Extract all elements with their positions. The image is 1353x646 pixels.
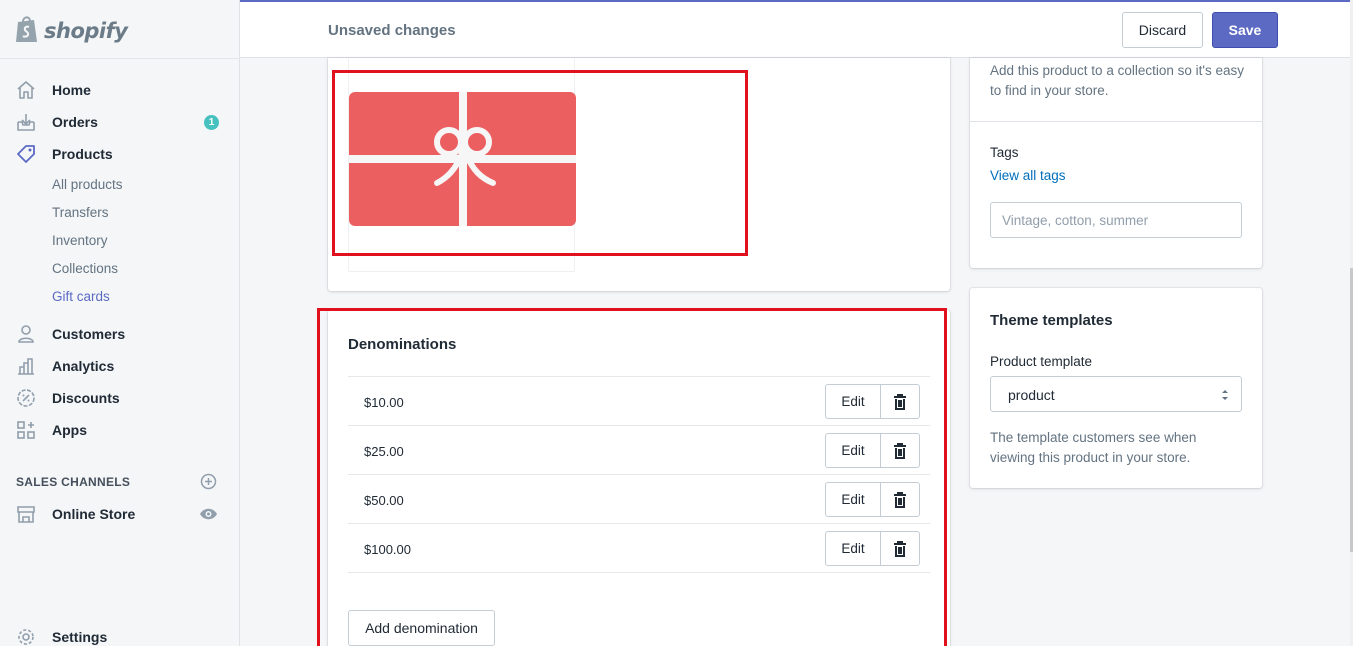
nav-products-label: Products <box>52 146 113 162</box>
tags-input[interactable] <box>991 203 1241 237</box>
nav-settings-label: Settings <box>52 629 108 645</box>
analytics-icon <box>15 355 37 377</box>
product-template-label: Product template <box>990 354 1093 369</box>
nav-products[interactable]: Products <box>0 140 240 168</box>
brand-name: shopify <box>44 19 128 43</box>
nav-inventory[interactable]: Inventory <box>52 233 108 248</box>
orders-icon <box>15 111 37 133</box>
organization-card: Add this product to a collection so it's… <box>970 58 1262 268</box>
unsaved-changes-text: Unsaved changes <box>328 22 456 39</box>
top-bar: Unsaved changes Discard Save <box>240 0 1353 58</box>
apps-icon <box>15 419 37 441</box>
view-all-tags-link[interactable]: View all tags <box>990 168 1066 183</box>
add-circle-icon[interactable] <box>200 473 217 490</box>
shopify-logo[interactable]: shopify <box>14 14 128 49</box>
nav-orders-label: Orders <box>52 114 98 130</box>
sidebar: shopify Home Orders 1 Products All produ… <box>0 0 240 646</box>
nav-apps[interactable]: Apps <box>0 416 240 444</box>
divider <box>970 121 1262 122</box>
settings-icon <box>15 626 37 646</box>
nav-transfers[interactable]: Transfers <box>52 205 109 220</box>
tag-icon <box>15 143 37 165</box>
discard-button[interactable]: Discard <box>1122 12 1203 48</box>
tags-label: Tags <box>990 145 1019 160</box>
nav-apps-label: Apps <box>52 422 87 438</box>
customers-icon <box>15 323 37 345</box>
eye-icon[interactable] <box>199 507 218 521</box>
nav-analytics[interactable]: Analytics <box>0 352 240 380</box>
highlight-box-image <box>332 70 748 256</box>
nav-discounts-label: Discounts <box>52 390 120 406</box>
nav-home[interactable]: Home <box>0 76 240 104</box>
nav-customers-label: Customers <box>52 326 126 342</box>
nav-collections[interactable]: Collections <box>52 261 118 276</box>
nav-settings[interactable]: Settings <box>0 623 240 646</box>
select-arrows-icon <box>1222 390 1228 400</box>
nav-gift-cards[interactable]: Gift cards <box>52 289 110 304</box>
nav-customers[interactable]: Customers <box>0 320 240 348</box>
sales-channels-heading: SALES CHANNELS <box>16 475 131 489</box>
nav-all-products[interactable]: All products <box>52 177 123 192</box>
save-button[interactable]: Save <box>1212 12 1278 48</box>
nav-online-store-label: Online Store <box>52 506 136 522</box>
theme-templates-card: Theme templates Product template product… <box>970 288 1262 488</box>
collections-help-text: Add this product to a collection so it's… <box>990 63 1244 98</box>
highlight-box-denominations <box>317 308 947 646</box>
product-template-select[interactable]: product <box>990 376 1242 412</box>
discounts-icon <box>15 387 37 409</box>
home-icon <box>15 79 37 101</box>
nav-analytics-label: Analytics <box>52 358 115 374</box>
theme-templates-title: Theme templates <box>990 312 1113 329</box>
nav-home-label: Home <box>52 82 91 98</box>
template-help-text: The template customers see when viewing … <box>990 430 1197 465</box>
divider <box>0 58 240 59</box>
tags-input-wrapper <box>990 202 1242 238</box>
nav-discounts[interactable]: Discounts <box>0 384 240 412</box>
select-value: product <box>1008 387 1055 403</box>
nav-orders[interactable]: Orders 1 <box>0 108 240 136</box>
orders-count-badge: 1 <box>204 114 219 130</box>
shopify-bag-icon <box>14 14 40 49</box>
store-icon <box>15 503 37 525</box>
